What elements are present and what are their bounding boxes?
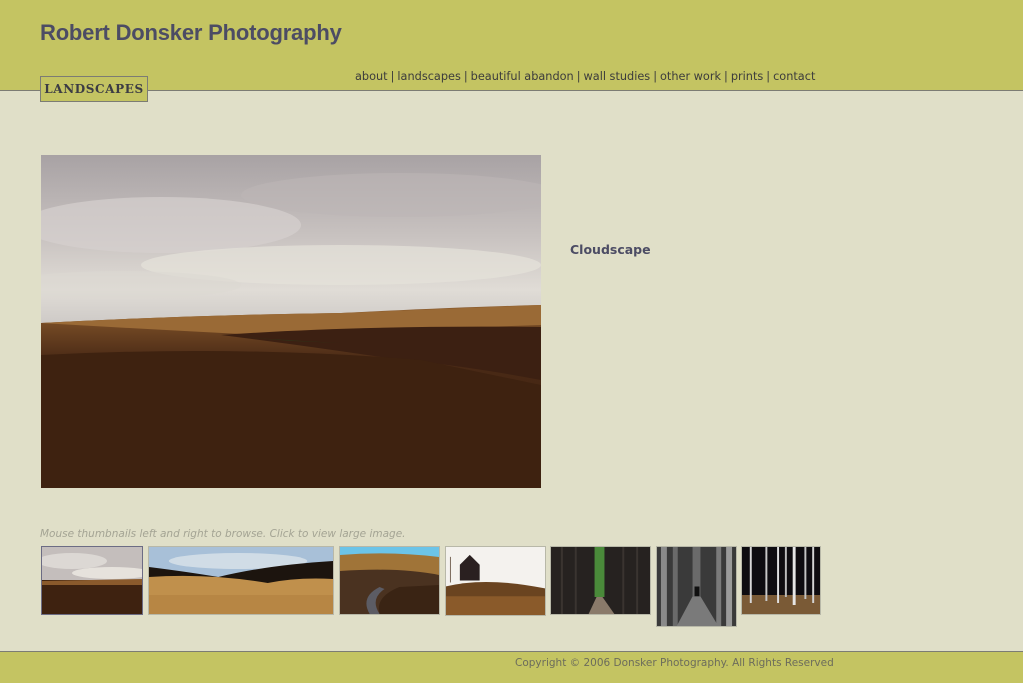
thumbnail[interactable] (339, 546, 440, 615)
thumbnail-image (742, 547, 820, 614)
nav-separator: | (653, 70, 657, 83)
main-nav: about | landscapes | beautiful abandon | wall … (355, 70, 815, 83)
thumbnail[interactable] (741, 546, 821, 615)
thumbnail[interactable] (445, 546, 546, 616)
nav-about[interactable]: about (355, 70, 388, 83)
thumbnail[interactable] (148, 546, 334, 615)
browse-hint: Mouse thumbnails left and right to brows… (40, 528, 406, 540)
nav-prints[interactable]: prints (731, 70, 763, 83)
thumbnail-image (42, 547, 142, 614)
thumbnail-image (551, 547, 650, 614)
site-title[interactable]: Robert Donsker Photography (40, 20, 342, 46)
thumbnail-image (446, 547, 545, 615)
nav-separator: | (724, 70, 728, 83)
thumbnail-image (149, 547, 333, 614)
nav-separator: | (463, 70, 468, 83)
thumbnail[interactable] (550, 546, 651, 615)
section-badge: LANDSCAPES (40, 76, 148, 102)
nav-beautiful-abandon[interactable]: beautiful abandon (471, 70, 574, 83)
main-photo[interactable] (41, 155, 541, 488)
thumbnail[interactable] (656, 546, 737, 627)
thumbnail-image (340, 547, 439, 614)
site-header: Robert Donsker Photography about | landsca… (0, 0, 1023, 91)
thumbnail-image (657, 547, 736, 626)
thumbnail[interactable] (41, 546, 143, 615)
photo-title: Cloudscape (570, 242, 651, 257)
nav-other-work[interactable]: other work (660, 70, 721, 83)
nav-landscapes[interactable]: landscapes (397, 70, 460, 83)
nav-contact[interactable]: contact (773, 70, 815, 83)
nav-wall-studies[interactable]: wall studies (584, 70, 651, 83)
nav-separator: | (576, 70, 581, 83)
nav-separator: | (390, 70, 395, 83)
copyright-text: Copyright © 2006 Donsker Photography. Al… (515, 657, 834, 669)
nav-separator: | (766, 70, 771, 83)
site-footer: Copyright © 2006 Donsker Photography. Al… (0, 651, 1023, 683)
cloudscape-image (41, 155, 541, 488)
